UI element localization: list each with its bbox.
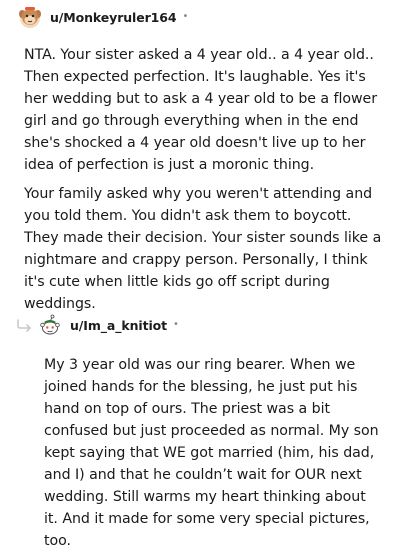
comment-author[interactable]: u/Im_a_knitiot [70,318,167,333]
comment-header: u/Monkeyruler164 • [18,5,188,29]
comment-paragraph: NTA. Your sister asked a 4 year old.. a … [24,47,378,173]
comment-body: NTA. Your sister asked a 4 year old.. a … [24,44,384,322]
comment-paragraph: My 3 year old was our ring bearer. When … [44,357,379,549]
comment-header: u/Im_a_knitiot • [38,313,179,337]
snoo-avatar-icon[interactable] [38,313,62,337]
comment-body: My 3 year old was our ring bearer. When … [44,354,380,559]
monkey-avatar-icon[interactable] [18,5,42,29]
separator-dot: • [173,319,179,330]
separator-dot: • [182,11,189,22]
comment-paragraph: Your family asked why you weren't attend… [24,186,382,312]
reply-arrow-icon [16,318,34,337]
comment-author[interactable]: u/Monkeyruler164 [50,10,177,25]
